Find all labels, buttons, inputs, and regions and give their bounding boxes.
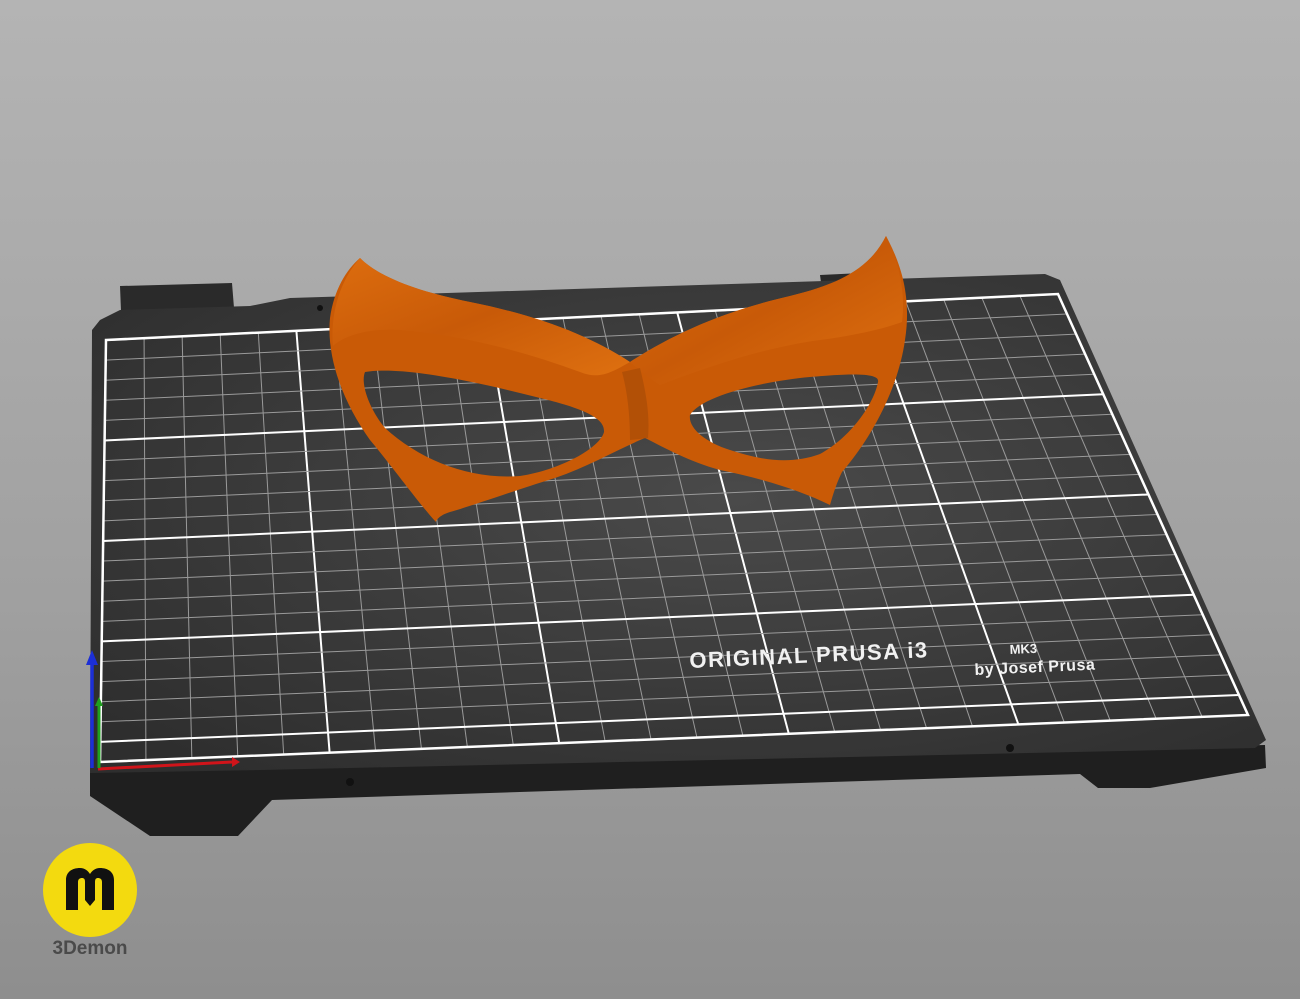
- 3d-viewport[interactable]: ORIGINAL PRUSA i3 MK3 by Josef Prusa: [0, 0, 1300, 999]
- bed-back-tab-left: [120, 283, 234, 311]
- scene-canvas[interactable]: [0, 0, 1300, 999]
- bed-hole: [346, 778, 354, 786]
- 3demon-m-glyph: [66, 868, 114, 910]
- 3demon-brand-name: 3Demon: [52, 938, 128, 959]
- bed-hole: [1006, 744, 1014, 752]
- bed-hole: [317, 305, 323, 311]
- 3demon-logo-icon: [43, 843, 137, 937]
- bed-model-label: MK3: [1009, 640, 1038, 657]
